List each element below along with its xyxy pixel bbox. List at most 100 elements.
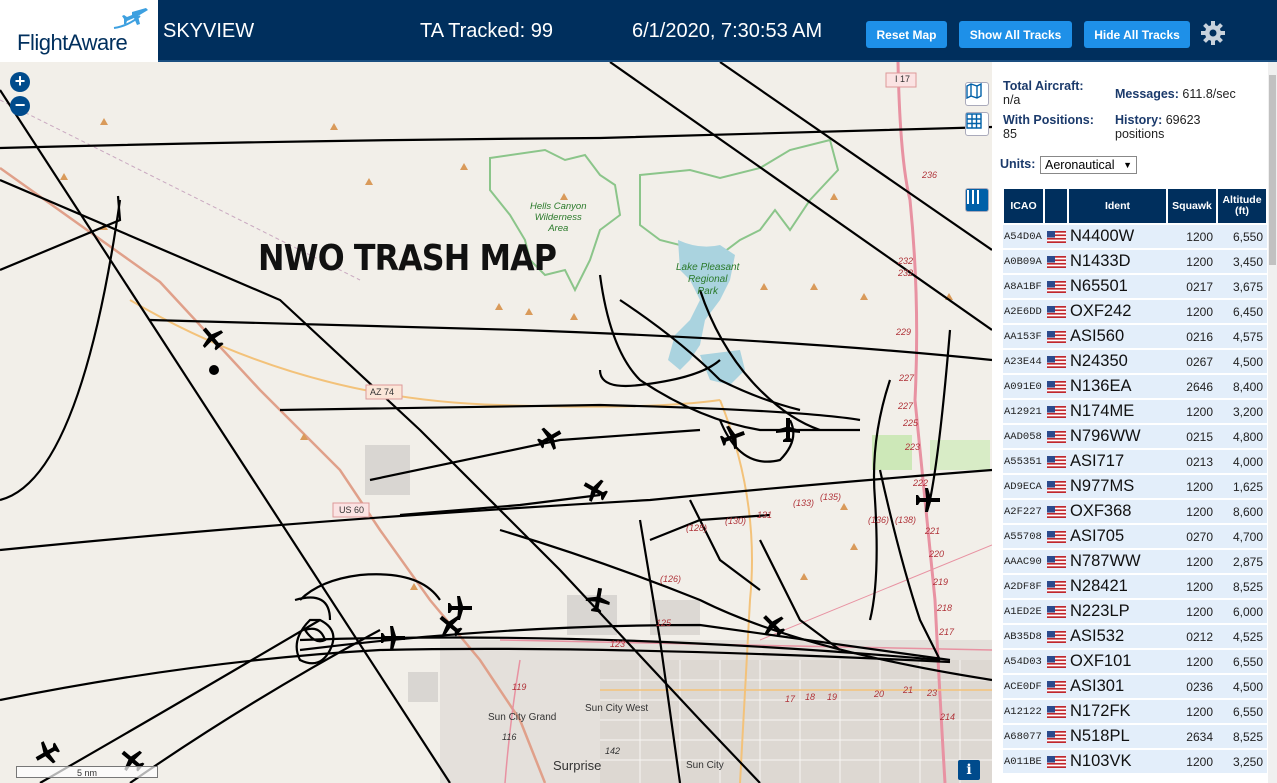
sun-city-label: Sun City (686, 760, 724, 771)
hells-canyon-label: Hells Canyon Wilderness Area (530, 201, 587, 234)
squawk-cell: 0217 (1167, 274, 1217, 300)
map-area[interactable]: I 17 AZ 74 US 60 Hells Canyon Wilderness… (0, 62, 992, 783)
us-flag-icon (1047, 555, 1066, 568)
icao-cell: A54D0A (1003, 224, 1044, 250)
us-flag-icon (1047, 480, 1066, 493)
columns-icon[interactable] (965, 188, 989, 212)
history-label: History: (1115, 113, 1163, 127)
us-flag-icon (1047, 605, 1066, 618)
icao-cell: A54D03 (1003, 649, 1044, 675)
icao-cell: AA153F (1003, 324, 1044, 350)
units-select[interactable]: Aeronautical ▼ (1040, 156, 1137, 174)
squawk-cell: 1200 (1167, 474, 1217, 500)
column-header-altitude[interactable]: Altitude (ft) (1216, 187, 1268, 225)
table-row[interactable]: A55708 ASI705 0270 4,700 (1003, 524, 1267, 550)
ident-cell: N172FK (1068, 699, 1167, 725)
ident-cell: ASI705 (1068, 524, 1167, 550)
flag-cell (1044, 299, 1068, 325)
flag-cell (1044, 724, 1068, 750)
map-fold-icon (966, 83, 982, 99)
table-row[interactable]: A2E6DD OXF242 1200 6,450 (1003, 299, 1267, 325)
show-all-tracks-button[interactable]: Show All Tracks (959, 21, 1072, 48)
units-select-value: Aeronautical (1045, 158, 1115, 172)
table-row[interactable]: AD9ECA N977MS 1200 1,625 (1003, 474, 1267, 500)
icao-cell: A2E6DD (1003, 299, 1044, 325)
grid-toggle-icon[interactable] (965, 112, 989, 136)
squawk-cell: 1200 (1167, 399, 1217, 425)
grid-icon (966, 113, 982, 129)
table-row[interactable]: A2F227 OXF368 1200 8,600 (1003, 499, 1267, 525)
column-header-flag[interactable] (1043, 187, 1069, 225)
squawk-cell: 0213 (1167, 449, 1217, 475)
logo[interactable]: FlightAware (0, 0, 158, 62)
table-row[interactable]: ACE0DF ASI301 0236 4,500 (1003, 674, 1267, 700)
hide-all-tracks-button[interactable]: Hide All Tracks (1084, 21, 1190, 48)
route-136-label: (136) (868, 515, 890, 525)
info-button[interactable]: i (958, 760, 980, 780)
table-row[interactable]: AAAC90 N787WW 1200 2,875 (1003, 549, 1267, 575)
squawk-cell: 2634 (1167, 724, 1217, 750)
table-row[interactable]: A23E44 N24350 0267 4,500 (1003, 349, 1267, 375)
table-row[interactable]: A091E0 N136EA 2646 8,400 (1003, 374, 1267, 400)
dropdown-arrow-icon: ▼ (1123, 160, 1132, 170)
table-row[interactable]: A68077 N518PL 2634 8,525 (1003, 724, 1267, 750)
altitude-cell: 4,525 (1217, 624, 1267, 650)
flag-cell (1044, 749, 1068, 775)
mile-221-label: 221 (925, 526, 941, 536)
column-header-ident[interactable]: Ident (1067, 187, 1168, 225)
aircraft-table-body: A54D0A N4400W 1200 6,550 A0B09A N1433D 1200 3,4… (1003, 224, 1267, 775)
table-row[interactable]: A0B09A N1433D 1200 3,450 (1003, 249, 1267, 275)
total-aircraft-label: Total Aircraft: (1003, 79, 1084, 93)
altitude-cell: 1,625 (1217, 474, 1267, 500)
table-row[interactable]: AB35D8 ASI532 0212 4,525 (1003, 624, 1267, 650)
ident-cell: ASI717 (1068, 449, 1167, 475)
table-row[interactable]: A54D0A N4400W 1200 6,550 (1003, 224, 1267, 250)
altitude-cell: 3,200 (1217, 399, 1267, 425)
table-row[interactable]: AAD058 N796WW 0215 4,800 (1003, 424, 1267, 450)
sidebar-scrollbar-thumb[interactable] (1269, 75, 1276, 265)
table-row[interactable]: A8A1BF N65501 0217 3,675 (1003, 274, 1267, 300)
flag-cell (1044, 399, 1068, 425)
icao-cell: AAAC90 (1003, 549, 1044, 575)
squawk-cell: 1200 (1167, 699, 1217, 725)
table-row[interactable]: A2DF8F N28421 1200 8,525 (1003, 574, 1267, 600)
exit-17-label: 17 (785, 694, 796, 704)
table-row[interactable]: A12921 N174ME 1200 3,200 (1003, 399, 1267, 425)
table-row[interactable]: A12122 N172FK 1200 6,550 (1003, 699, 1267, 725)
altitude-cell: 4,800 (1217, 424, 1267, 450)
column-header-icao[interactable]: ICAO (1002, 187, 1045, 225)
us-flag-icon (1047, 730, 1066, 743)
us-flag-icon (1047, 380, 1066, 393)
column-header-squawk[interactable]: Squawk (1166, 187, 1218, 225)
squawk-cell: 0215 (1167, 424, 1217, 450)
icao-cell: AAD058 (1003, 424, 1044, 450)
table-row[interactable]: A011BE N103VK 1200 3,250 (1003, 749, 1267, 775)
route-138-label: (138) (895, 515, 917, 525)
squawk-cell: 1200 (1167, 249, 1217, 275)
us-flag-icon (1047, 305, 1066, 318)
flag-cell (1044, 524, 1068, 550)
altitude-cell: 4,000 (1217, 449, 1267, 475)
mile-219-label: 219 (933, 577, 949, 587)
map-canvas[interactable] (0, 62, 992, 783)
table-row[interactable]: A54D03 OXF101 1200 6,550 (1003, 649, 1267, 675)
gear-icon[interactable] (1200, 20, 1226, 46)
flag-cell (1044, 649, 1068, 675)
hells-canyon-line3: Area (548, 223, 569, 234)
table-row[interactable]: A1ED2E N223LP 1200 6,000 (1003, 599, 1267, 625)
table-row[interactable]: A55351 ASI717 0213 4,000 (1003, 449, 1267, 475)
icao-cell: ACE0DF (1003, 674, 1044, 700)
altitude-cell: 3,675 (1217, 274, 1267, 300)
reset-map-button[interactable]: Reset Map (866, 21, 947, 48)
ident-cell: N103VK (1068, 749, 1167, 775)
us-flag-icon (1047, 430, 1066, 443)
zoom-out-button[interactable]: − (10, 96, 30, 116)
altitude-cell: 4,500 (1217, 674, 1267, 700)
ident-cell: N65501 (1068, 274, 1167, 300)
zoom-in-button[interactable]: + (10, 72, 30, 92)
history-value: 69623 (1165, 113, 1201, 127)
map-layer-icon[interactable] (965, 82, 989, 106)
mile-227b-label: 227 (898, 401, 914, 411)
table-row[interactable]: AA153F ASI560 0216 4,575 (1003, 324, 1267, 350)
flag-cell (1044, 224, 1068, 250)
